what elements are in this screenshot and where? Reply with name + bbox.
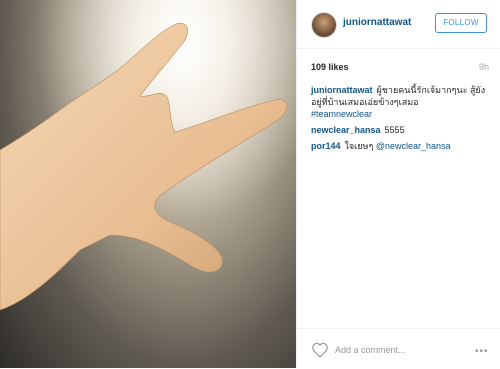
comment-item: juniornattawat ผู้ชายคนนี้รักเจ้มากๆนะ สู… [311, 84, 493, 120]
comment-item: newclear_hansa 5555 [311, 124, 493, 136]
comments-list: juniornattawat ผู้ชายคนนี้รักเจ้มากๆนะ สู… [311, 84, 493, 156]
comment-text: 5555 [384, 125, 405, 135]
ellipsis-icon[interactable]: ••• [475, 346, 489, 357]
post-header: juniornattawat FOLLOW [297, 0, 500, 49]
comment-username[interactable]: newclear_hansa [311, 125, 381, 135]
post-username[interactable]: juniornattawat [343, 17, 411, 28]
comment-item: por144 ใจเยษๆ @newclear_hansa [311, 140, 493, 152]
post-details-panel: juniornattawat FOLLOW 109 likes 9h junio… [296, 0, 500, 368]
follow-button[interactable]: FOLLOW [435, 13, 487, 33]
hashtag-link[interactable]: #teamnewclear [311, 108, 493, 120]
avatar[interactable] [311, 12, 337, 38]
post-time[interactable]: 9h [479, 62, 489, 72]
comment-username[interactable]: por144 [311, 141, 341, 151]
hand-gesture-image [0, 0, 296, 368]
likes-count[interactable]: 109 likes [311, 62, 349, 72]
post-footer: Add a comment... ••• [297, 328, 500, 369]
comment-input[interactable]: Add a comment... [335, 345, 406, 355]
comment-username[interactable]: juniornattawat [311, 85, 373, 95]
mention-link[interactable]: @newclear_hansa [376, 141, 451, 151]
heart-icon[interactable] [311, 342, 329, 358]
post-photo[interactable] [0, 0, 296, 368]
comment-text: ใจเยษๆ [344, 141, 374, 151]
